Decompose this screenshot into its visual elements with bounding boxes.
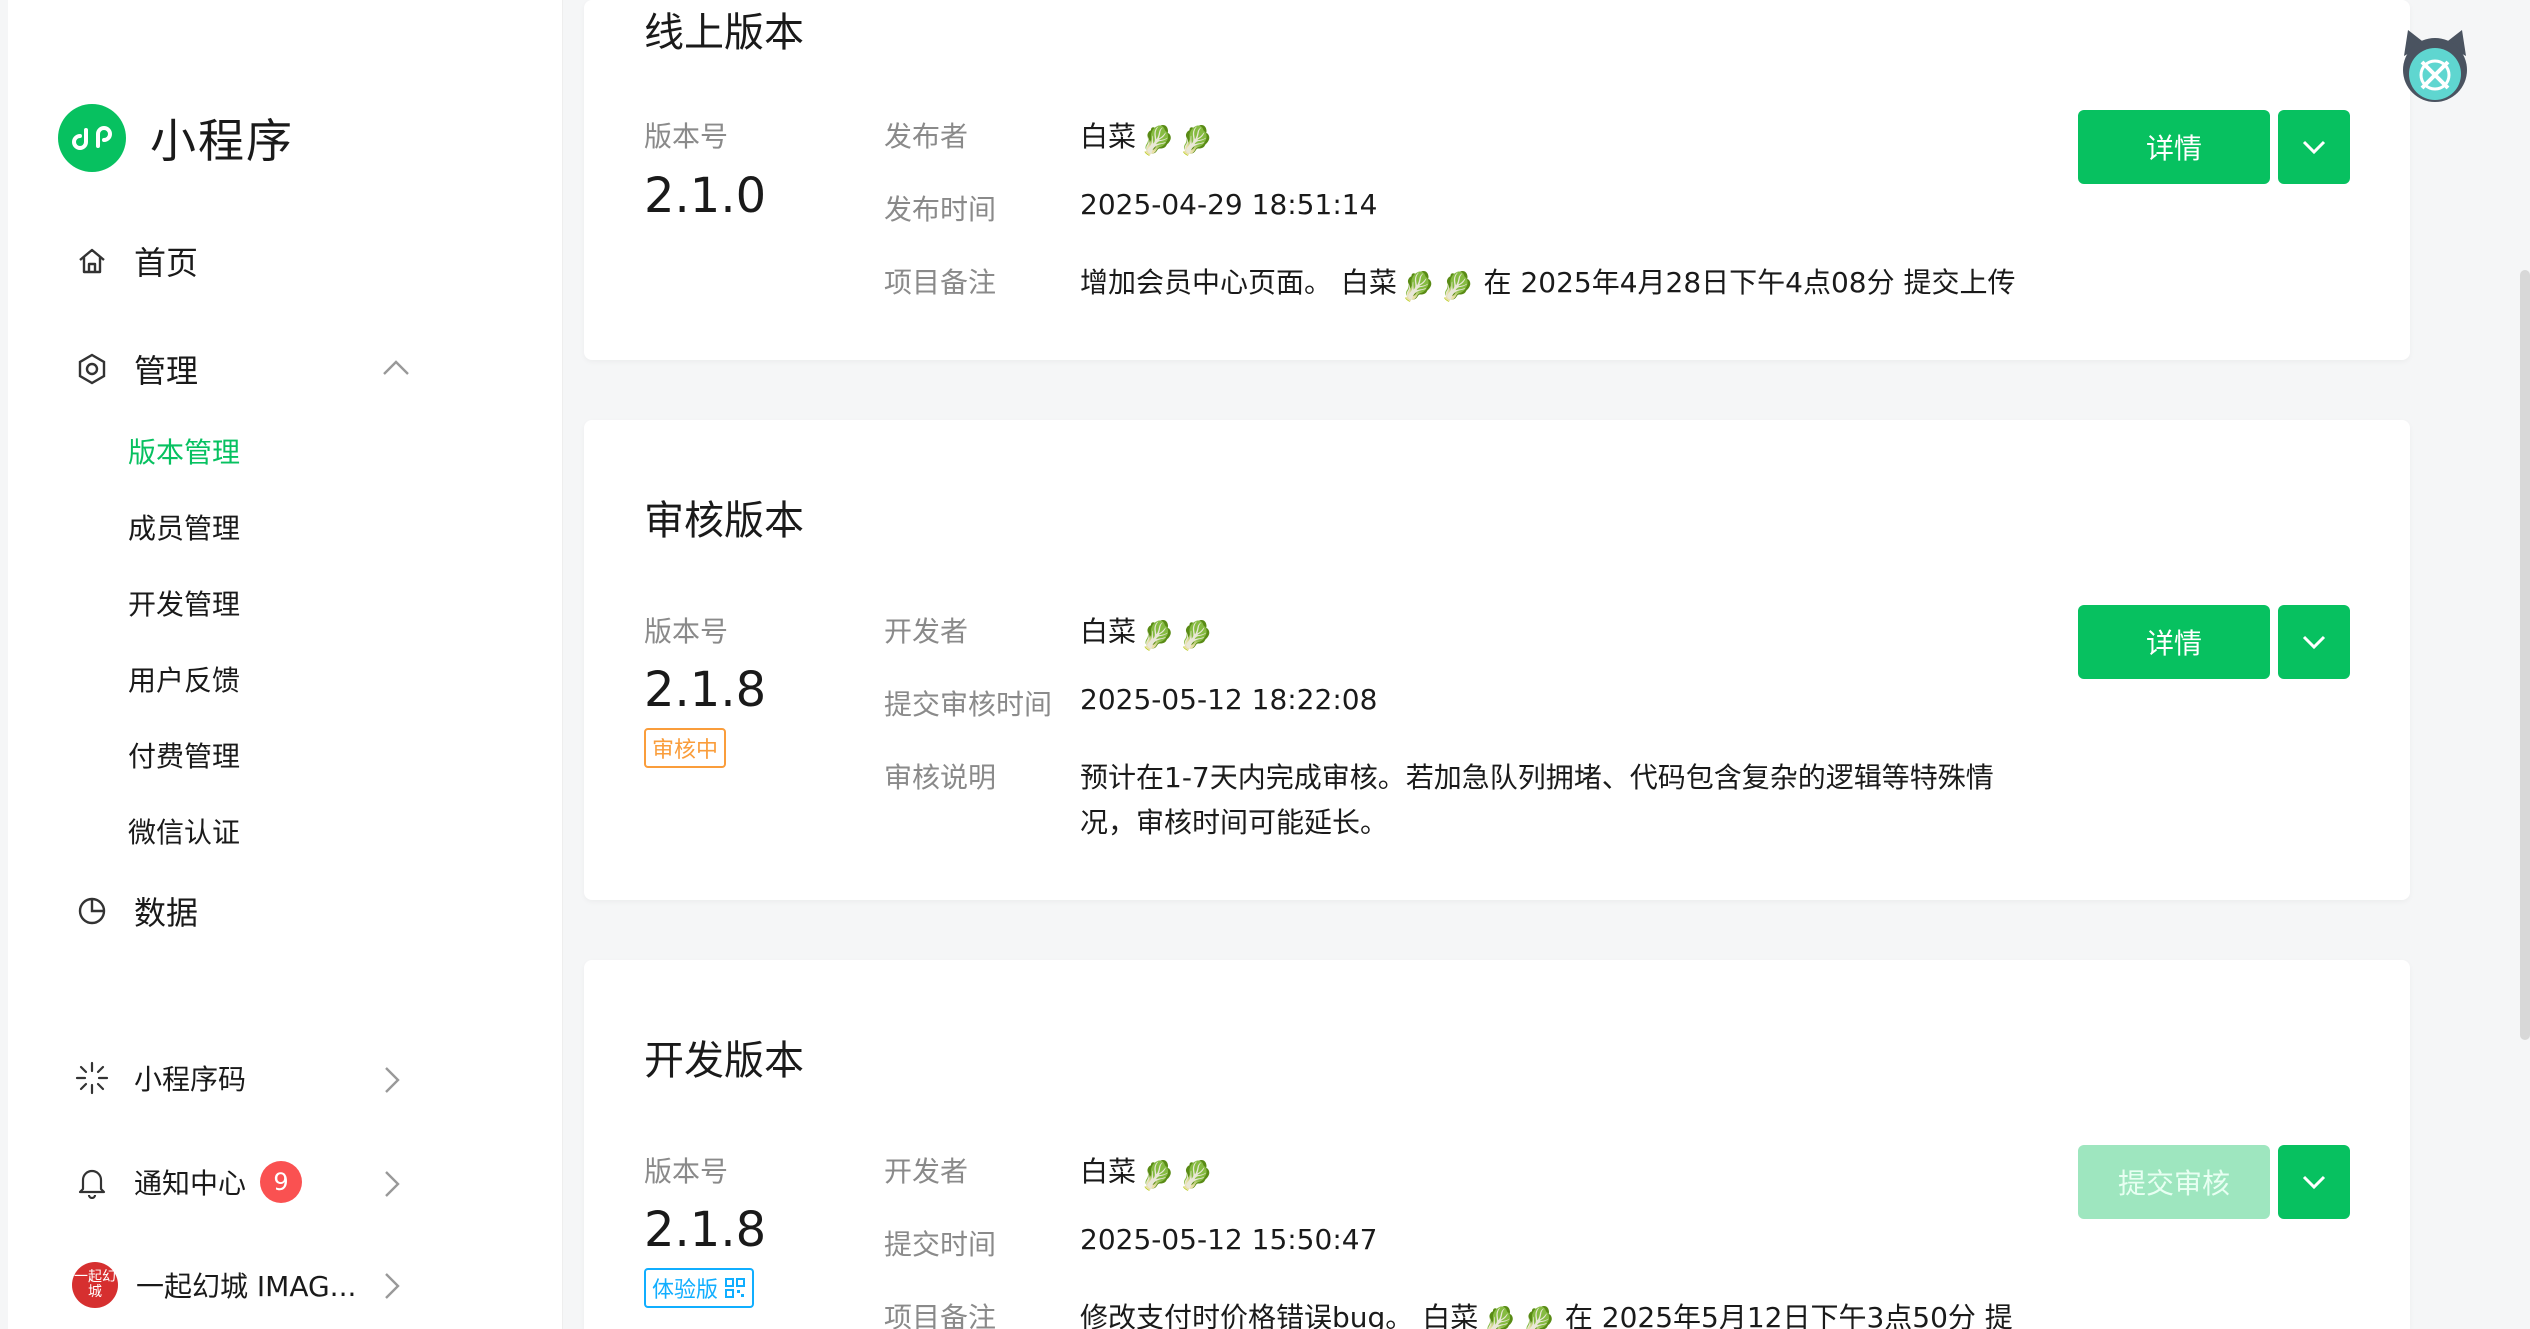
note-value: 增加会员中心页面。 白菜 🥬 🥬 在 2025年4月28日下午4点08分 提交上传 [1080,266,2016,303]
review-desc-label: 审核说明 [884,761,997,794]
detail-button[interactable]: 详情 [2078,605,2270,679]
sidebar-item-development[interactable]: 开发管理 [128,583,240,623]
sparkle-icon [70,1056,114,1100]
sidebar-item-payment[interactable]: 付费管理 [128,735,240,775]
review-version-card: 审核版本 版本号 2.1.8 审核中 开发者 提交审核时间 审核说明 白菜 🥬 🥬 … [584,420,2410,900]
cabbage-icon: 🥬 [1400,270,1436,303]
nav-data[interactable]: 数据 [70,888,198,934]
sidebar-item-verify[interactable]: 微信认证 [128,811,240,851]
developer-label: 开发者 [884,615,969,648]
developer-value: 白菜 🥬 🥬 [1080,1155,1214,1192]
version-label: 版本号 [644,1155,729,1188]
submit-time-value: 2025-05-12 18:22:08 [1080,683,1378,716]
sidebar-item-feedback[interactable]: 用户反馈 [128,659,240,699]
cabbage-icon: 🥬 [1178,124,1214,157]
cabbage-icon: 🥬 [1178,619,1214,652]
submit-review-button[interactable]: 提交审核 [2078,1145,2270,1219]
note-label: 项目备注 [884,1301,997,1329]
note-value: 修改支付时价格错误bug。 白菜 🥬 🥬 在 2025年5月12日下午3点50分 提 [1080,1296,2013,1329]
version-number: 2.1.8 [644,1202,767,1258]
review-desc-line2: 况，审核时间可能延长。 [1080,806,1389,839]
version-label: 版本号 [644,120,729,153]
cabbage-icon: 🥬 [1140,124,1175,157]
nav-home[interactable]: 首页 [70,238,198,284]
detail-button[interactable]: 详情 [2078,110,2270,184]
review-desc-line1: 预计在1-7天内完成审核。若加急队列拥堵、代码包含复杂的逻辑等特殊情 [1080,761,1994,794]
brand: 小程序 [58,104,294,172]
chevron-down-icon [2302,635,2326,650]
more-dropdown-button[interactable] [2278,110,2350,184]
chevron-down-icon [2302,140,2326,155]
note-label: 项目备注 [884,266,997,299]
sidebar: 小程序 首页 管理 版本管理 成员管理 开发管理 用户反馈 付费管理 微信认证 … [8,0,563,1329]
sidebar-item-version[interactable]: 版本管理 [128,431,240,471]
notification-badge: 9 [260,1161,303,1203]
dev-version-card: 开发版本 版本号 2.1.8 体验版 开发者 提交时间 项目备注 白菜 🥬 🥬 20… [584,960,2410,1329]
card-title: 开发版本 [644,1038,804,1084]
reviewing-tag: 审核中 [644,728,727,768]
nav-notify[interactable]: 通知中心 9 [70,1160,303,1204]
cabbage-icon: 🥬 [1439,270,1475,303]
nav-qrcode[interactable]: 小程序码 [70,1056,246,1100]
cabbage-icon: 🥬 [1482,1305,1518,1329]
submit-time-value: 2025-05-12 15:50:47 [1080,1223,1378,1256]
card-title: 线上版本 [644,10,804,56]
nav-notify-label: 通知中心 [134,1167,247,1200]
brand-title: 小程序 [150,114,294,168]
sidebar-item-members[interactable]: 成员管理 [128,507,240,547]
online-version-card: 线上版本 版本号 2.1.0 发布者 发布时间 项目备注 白菜 🥬 🥬 2025-0… [584,0,2410,360]
cabbage-icon: 🥬 [1178,1159,1214,1192]
chevron-up-icon[interactable] [380,358,412,378]
account-avatar: 一起幻城 [72,1262,118,1308]
publisher-value: 白菜 🥬 🥬 [1080,120,1214,157]
version-number: 2.1.0 [644,168,767,224]
settings-hex-icon [70,347,114,391]
nav-account[interactable]: 一起幻城 一起幻城 IMAG... [72,1262,356,1308]
pie-chart-icon [70,889,114,933]
bell-icon [70,1160,114,1204]
chevron-right-icon[interactable] [382,1064,402,1096]
trial-version-tag[interactable]: 体验版 [644,1268,755,1308]
cabbage-icon: 🥬 [1140,1159,1175,1192]
nav-home-label: 首页 [134,244,199,282]
chevron-right-icon[interactable] [382,1270,402,1302]
submit-time-label: 提交审核时间 [884,688,1053,721]
card-title: 审核版本 [644,498,804,544]
version-label: 版本号 [644,615,729,648]
nav-manage-label: 管理 [134,352,199,390]
scrollbar[interactable] [2520,270,2530,1040]
cabbage-icon: 🥬 [1521,1305,1556,1329]
nav-data-label: 数据 [134,894,199,932]
chevron-right-icon[interactable] [382,1168,402,1200]
time-value: 2025-04-29 18:51:14 [1080,188,1378,221]
time-label: 发布时间 [884,193,997,226]
more-dropdown-button[interactable] [2278,605,2350,679]
submit-time-label: 提交时间 [884,1228,997,1261]
account-name: 一起幻城 IMAG... [136,1270,357,1303]
home-icon [70,239,114,283]
nav-qrcode-label: 小程序码 [134,1063,247,1096]
chevron-down-icon [2302,1175,2326,1190]
qrcode-icon [725,1278,746,1298]
miniprogram-logo-icon [58,104,126,172]
developer-value: 白菜 🥬 🥬 [1080,615,1214,652]
cabbage-icon: 🥬 [1140,619,1175,652]
publisher-label: 发布者 [884,120,969,153]
developer-label: 开发者 [884,1155,969,1188]
more-dropdown-button[interactable] [2278,1145,2350,1219]
cat-mascot-icon[interactable] [2394,26,2476,108]
version-number: 2.1.8 [644,662,767,718]
nav-manage[interactable]: 管理 [70,346,198,392]
